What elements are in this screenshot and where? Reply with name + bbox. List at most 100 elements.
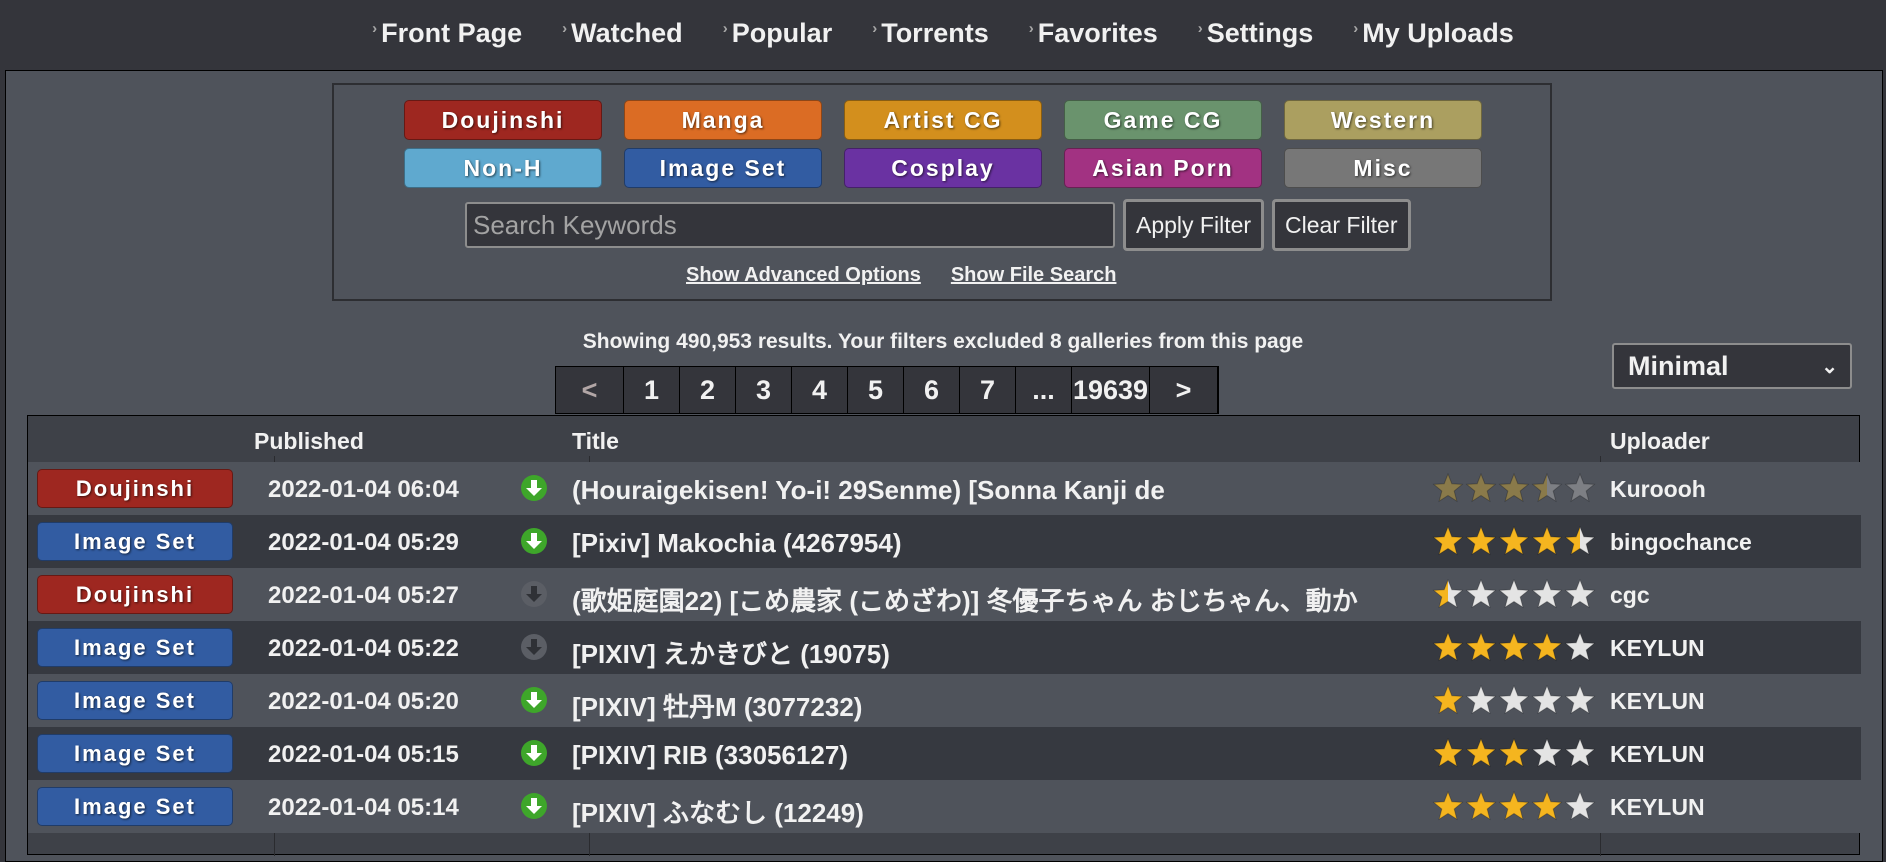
table-row[interactable]: Image Set 2022-01-04 05:29 [Pixiv] Makochi…: [28, 515, 1861, 568]
download-icon[interactable]: [520, 474, 548, 502]
page-button[interactable]: 4: [792, 367, 848, 413]
top-nav: › Front Page › Watched › Popular › Torrents › Fav…: [0, 0, 1886, 66]
uploader-link[interactable]: KEYLUN: [1610, 688, 1705, 715]
display-mode-select[interactable]: Minimal ⌄: [1612, 343, 1852, 389]
search-options: Show Advanced Options Show File Search: [686, 264, 1116, 287]
category-toggle-artist-cg[interactable]: Artist CG: [844, 100, 1042, 140]
category-badge[interactable]: Image Set: [37, 734, 233, 773]
rating-star: [1498, 790, 1530, 821]
category-toggle-manga[interactable]: Manga: [624, 100, 822, 140]
category-toggle-misc[interactable]: Misc: [1284, 148, 1482, 188]
category-badge[interactable]: Doujinshi: [37, 469, 233, 508]
apply-filter-button[interactable]: Apply Filter: [1123, 199, 1265, 251]
search-input[interactable]: [465, 202, 1115, 248]
page-button[interactable]: 5: [848, 367, 904, 413]
nav-link-label: Torrents: [881, 17, 989, 48]
category-toggle-non-h[interactable]: Non-H: [404, 148, 602, 188]
published-header: Published: [254, 428, 364, 454]
uploader-link[interactable]: Kuroooh: [1610, 476, 1706, 503]
category-badge[interactable]: Image Set: [37, 522, 233, 561]
rating-star: [1432, 684, 1464, 715]
category-toggle-asian-porn[interactable]: Asian Porn: [1064, 148, 1262, 188]
table-row[interactable]: Image Set 2022-01-04 05:20 [PIXIV] 牡丹M (30…: [28, 674, 1861, 727]
chevron-right-icon: ›: [1353, 19, 1359, 37]
page-button[interactable]: 1: [624, 367, 680, 413]
category-badge[interactable]: Image Set: [37, 681, 233, 720]
rating-star: [1531, 631, 1563, 662]
clear-filter-button[interactable]: Clear Filter: [1272, 199, 1411, 251]
rating-star: [1564, 790, 1596, 821]
gallery-title-link[interactable]: [PIXIV] RIB (33056127): [572, 740, 1432, 771]
download-icon[interactable]: [520, 527, 548, 555]
rating-star: [1531, 525, 1563, 556]
nav-link-label: Watched: [571, 17, 683, 48]
rating-star: [1498, 578, 1530, 609]
nav-link-my-uploads[interactable]: › My Uploads: [1333, 18, 1534, 49]
download-icon[interactable]: [520, 739, 548, 767]
category-toggle-cosplay[interactable]: Cosplay: [844, 148, 1042, 188]
gallery-title-link[interactable]: [PIXIV] 牡丹M (3077232): [572, 687, 1432, 724]
uploader-link[interactable]: KEYLUN: [1610, 741, 1705, 768]
rating-stars: [1432, 684, 1596, 717]
page-button[interactable]: 19639: [1072, 367, 1150, 413]
download-icon[interactable]: [520, 792, 548, 820]
chevron-right-icon: ›: [722, 19, 728, 37]
chevron-right-icon: ›: [1197, 19, 1203, 37]
category-badge[interactable]: Doujinshi: [37, 575, 233, 614]
nav-link-favorites[interactable]: › Favorites: [1009, 18, 1178, 49]
page-button[interactable]: 7: [960, 367, 1016, 413]
title-header: Title: [572, 428, 619, 454]
show-file-search-link[interactable]: Show File Search: [951, 264, 1117, 287]
rating-star: [1465, 578, 1497, 609]
page-button[interactable]: ...: [1016, 367, 1072, 413]
category-badge[interactable]: Image Set: [37, 628, 233, 667]
category-toggle-western[interactable]: Western: [1284, 100, 1482, 140]
rating-star: [1432, 737, 1464, 768]
page-button[interactable]: 2: [680, 367, 736, 413]
table-row[interactable]: Doujinshi 2022-01-04 06:04 (Houraigekisen!…: [28, 462, 1861, 515]
table-row[interactable]: Doujinshi 2022-01-04 05:27 (歌姫庭園22) [こめ農家 …: [28, 568, 1861, 621]
rating-star: [1465, 631, 1497, 662]
table-row[interactable]: Image Set 2022-01-04 05:22 [PIXIV] えかきびと (…: [28, 621, 1861, 674]
category-toggle-image-set[interactable]: Image Set: [624, 148, 822, 188]
table-row[interactable]: Image Set 2022-01-04 05:15 [PIXIV] RIB (33…: [28, 727, 1861, 780]
uploader-link[interactable]: KEYLUN: [1610, 635, 1705, 662]
next-page-button[interactable]: >: [1150, 367, 1218, 413]
category-toggle-game-cg[interactable]: Game CG: [1064, 100, 1262, 140]
uploader-link[interactable]: cgc: [1610, 582, 1650, 609]
nav-link-label: Settings: [1206, 17, 1314, 48]
rating-star: [1531, 737, 1563, 768]
rating-star: [1432, 472, 1464, 503]
show-advanced-options-link[interactable]: Show Advanced Options: [686, 264, 921, 287]
nav-link-settings[interactable]: › Settings: [1178, 18, 1334, 49]
nav-link-front-page[interactable]: › Front Page: [352, 18, 542, 49]
page-button[interactable]: 6: [904, 367, 960, 413]
gallery-title-link[interactable]: [PIXIV] ふなむし (12249): [572, 793, 1432, 830]
uploader-link[interactable]: KEYLUN: [1610, 794, 1705, 821]
gallery-title-link[interactable]: (Houraigekisen! Yo-i! 29Senme) [Sonna Ka…: [572, 475, 1432, 506]
rating-stars: [1432, 525, 1596, 558]
gallery-title-link[interactable]: [PIXIV] えかきびと (19075): [572, 634, 1432, 671]
prev-page-button[interactable]: <: [556, 367, 624, 413]
page-button[interactable]: 3: [736, 367, 792, 413]
display-mode-value: Minimal: [1628, 350, 1729, 381]
download-icon[interactable]: [520, 686, 548, 714]
published-date: 2022-01-04 05:27: [268, 582, 459, 609]
gallery-title-link[interactable]: (歌姫庭園22) [こめ農家 (こめざわ)] 冬優子ちゃん おじちゃん、動か: [572, 581, 1432, 618]
nav-link-watched[interactable]: › Watched: [542, 18, 703, 49]
table-row[interactable]: Image Set 2022-01-04 05:14 [PIXIV] ふなむし (1…: [28, 780, 1861, 833]
published-date: 2022-01-04 05:22: [268, 635, 459, 662]
rating-star: [1498, 684, 1530, 715]
rating-star: [1432, 578, 1464, 609]
rating-star: [1564, 684, 1596, 715]
published-date: 2022-01-04 05:15: [268, 741, 459, 768]
rating-star: [1432, 790, 1464, 821]
category-badge[interactable]: Image Set: [37, 787, 233, 826]
uploader-link[interactable]: bingochance: [1610, 529, 1752, 556]
category-toggle-doujinshi[interactable]: Doujinshi: [404, 100, 602, 140]
table-header: Published Title Uploader: [28, 416, 1861, 462]
nav-link-torrents[interactable]: › Torrents: [852, 18, 1009, 49]
nav-link-popular[interactable]: › Popular: [703, 18, 853, 49]
gallery-title-link[interactable]: [Pixiv] Makochia (4267954): [572, 528, 1432, 559]
chevron-right-icon: ›: [372, 19, 378, 37]
